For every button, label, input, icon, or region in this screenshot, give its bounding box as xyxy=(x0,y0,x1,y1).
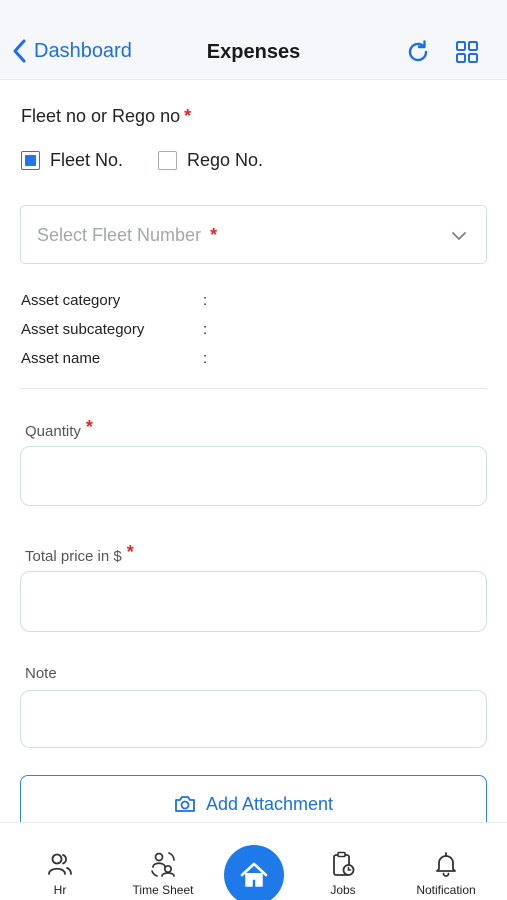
asset-subcategory-label: Asset subcategory xyxy=(21,321,145,338)
asset-subcategory-separator: : xyxy=(203,321,208,338)
note-label: Note xyxy=(25,665,57,682)
tab-notification[interactable]: Notification xyxy=(396,823,496,900)
jobs-clipboard-icon xyxy=(333,851,355,876)
asset-name-label: Asset name xyxy=(21,350,101,367)
fleet-number-select[interactable]: Select Fleet Number * xyxy=(20,205,487,264)
fleet-no-label: Fleet No. xyxy=(50,150,124,170)
refresh-button[interactable] xyxy=(404,38,432,66)
section-divider xyxy=(20,388,487,389)
rego-no-label: Rego No. xyxy=(187,150,264,170)
people-icon xyxy=(48,853,72,875)
required-mark: * xyxy=(85,417,93,437)
grid-menu-button[interactable] xyxy=(453,38,481,66)
timesheet-icon xyxy=(151,852,175,877)
fleet-number-placeholder-text: Select Fleet Number xyxy=(37,225,202,245)
fleet-rego-title: Fleet no or Rego no * xyxy=(21,106,191,127)
tab-jobs[interactable]: Jobs xyxy=(293,823,393,900)
quantity-label: Quantity * xyxy=(25,417,93,441)
status-bar xyxy=(0,0,507,22)
home-icon xyxy=(240,862,268,887)
rego-no-checkbox[interactable]: Rego No. xyxy=(158,150,263,171)
total-price-label: Total price in $ * xyxy=(25,542,134,566)
add-attachment-label: Add Attachment xyxy=(205,793,334,814)
total-price-input[interactable] xyxy=(20,571,487,632)
refresh-icon xyxy=(408,40,428,62)
asset-category-label: Asset category xyxy=(21,292,121,309)
chevron-down-icon xyxy=(452,232,466,240)
tab-time-sheet-label: Time Sheet xyxy=(132,883,194,897)
tab-notification-label: Notification xyxy=(416,883,476,897)
fleet-no-checkbox[interactable]: Fleet No. xyxy=(21,150,123,171)
required-mark: * xyxy=(184,106,192,126)
tab-jobs-label: Jobs xyxy=(330,883,356,897)
checkbox-unchecked-icon xyxy=(158,151,177,170)
quantity-label-text: Quantity xyxy=(25,423,81,440)
quantity-input[interactable] xyxy=(20,446,487,506)
total-price-label-text: Total price in $ xyxy=(25,548,122,565)
asset-category-separator: : xyxy=(203,292,208,309)
tab-hr[interactable]: Hr xyxy=(10,823,110,900)
required-mark: * xyxy=(126,542,134,562)
checkbox-checked-icon xyxy=(21,151,40,170)
bell-icon xyxy=(436,852,456,877)
required-mark: * xyxy=(210,225,218,245)
fleet-rego-title-text: Fleet no or Rego no xyxy=(21,106,181,126)
tab-time-sheet[interactable]: Time Sheet xyxy=(113,823,213,900)
camera-icon xyxy=(175,796,195,812)
grid-icon xyxy=(456,41,478,63)
tab-hr-label: Hr xyxy=(53,883,67,897)
fleet-number-placeholder: Select Fleet Number * xyxy=(37,225,217,246)
top-navigation-bar: Dashboard Expenses xyxy=(0,22,507,80)
asset-name-separator: : xyxy=(203,350,208,367)
tab-home[interactable] xyxy=(224,845,284,900)
note-input[interactable] xyxy=(20,690,487,748)
